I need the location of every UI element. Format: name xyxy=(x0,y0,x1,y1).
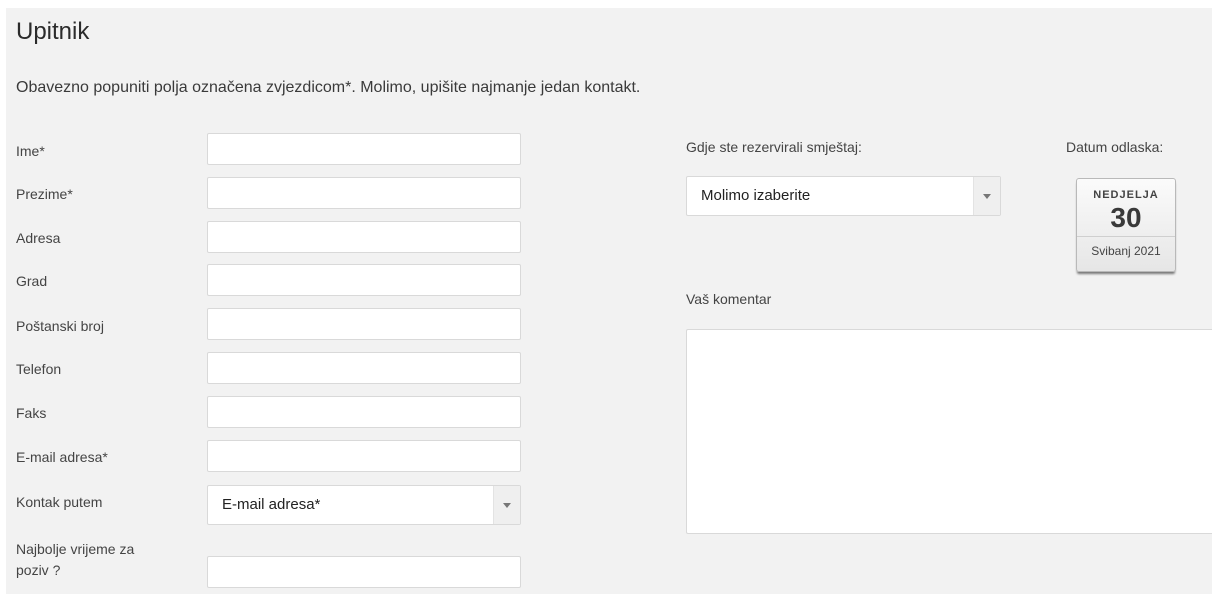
comment-label: Vaš komentar xyxy=(686,291,772,307)
inquiry-form-panel: Upitnik Obavezno popuniti polja označena… xyxy=(6,8,1212,594)
city-label: Grad xyxy=(16,273,48,289)
booking-label: Gdje ste rezervirali smještaj: xyxy=(686,139,862,155)
address-label: Adresa xyxy=(16,230,61,246)
first-name-input[interactable] xyxy=(207,133,521,165)
address-input[interactable] xyxy=(207,221,521,253)
phone-input[interactable] xyxy=(207,352,521,384)
form-intro-text: Obavezno popuniti polja označena zvjezdi… xyxy=(16,79,641,96)
email-input[interactable] xyxy=(207,440,521,472)
best-time-label: Najbolje vrijeme za poziv ? xyxy=(16,539,134,581)
comment-textarea[interactable] xyxy=(686,329,1212,534)
fax-input[interactable] xyxy=(207,396,521,428)
contact-by-label: Kontak putem xyxy=(16,494,103,510)
fax-label: Faks xyxy=(16,405,47,421)
departure-date-picker[interactable]: NEDJELJA 30 Svibanj 2021 xyxy=(1076,178,1176,272)
last-name-input[interactable] xyxy=(207,177,521,209)
contact-by-dropdown-toggle[interactable] xyxy=(493,486,520,524)
chevron-down-icon xyxy=(503,503,511,508)
contact-by-select[interactable]: E-mail adresa* xyxy=(207,485,521,525)
first-name-label: Ime* xyxy=(16,143,45,159)
city-input[interactable] xyxy=(207,264,521,296)
departure-date-label: Datum odlaska: xyxy=(1066,139,1164,155)
postal-code-input[interactable] xyxy=(207,308,521,340)
contact-by-selected: E-mail adresa* xyxy=(222,496,321,513)
best-time-input[interactable] xyxy=(207,556,521,588)
calendar-month-year: Svibanj 2021 xyxy=(1091,244,1161,258)
calendar-divider xyxy=(1077,236,1175,237)
last-name-label: Prezime* xyxy=(16,186,73,202)
postal-code-label: Poštanski broj xyxy=(16,318,104,334)
email-label: E-mail adresa* xyxy=(16,449,108,465)
best-time-label-line1: Najbolje vrijeme za xyxy=(16,541,135,557)
booking-dropdown-toggle[interactable] xyxy=(973,177,1000,215)
booking-select[interactable]: Molimo izaberite xyxy=(686,176,1001,216)
phone-label: Telefon xyxy=(16,361,62,377)
calendar-day: 30 xyxy=(1110,202,1142,233)
form-title: Upitnik xyxy=(16,18,90,45)
best-time-label-line2: poziv ? xyxy=(16,562,61,578)
booking-selected: Molimo izaberite xyxy=(701,187,811,204)
chevron-down-icon xyxy=(983,194,991,199)
calendar-weekday: NEDJELJA xyxy=(1093,189,1159,201)
